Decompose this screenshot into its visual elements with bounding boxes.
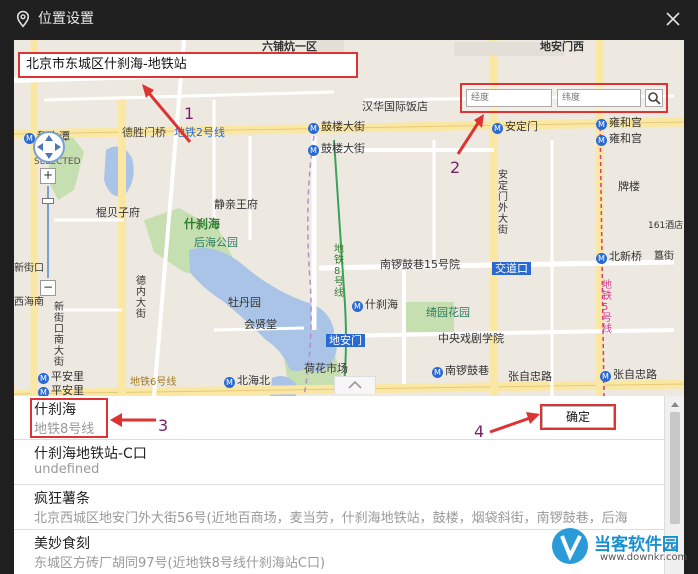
- metro-icon: M: [38, 387, 49, 396]
- collapse-map-button[interactable]: [334, 376, 376, 394]
- map-label: 静亲王府: [214, 198, 258, 211]
- map-label: 汉华国际饭店: [362, 100, 428, 113]
- coordinate-search-button[interactable]: [645, 89, 663, 107]
- close-icon[interactable]: [662, 8, 684, 30]
- list-item[interactable]: 什刹海 地铁8号线 3 4 确定: [14, 396, 664, 441]
- map-label: 棍贝子府: [96, 206, 140, 219]
- watermark: 当客软件园 www.downkr.com: [550, 520, 690, 572]
- map-label: 中央戏剧学院: [438, 332, 504, 345]
- map-label: 新街口南大街: [54, 302, 64, 368]
- map-label: M 雍和宫: [596, 116, 642, 130]
- map-label: M 鼓楼大街: [308, 142, 365, 156]
- map-label: M 北新桥: [596, 250, 642, 264]
- map-label: M 张自忠路: [600, 368, 657, 382]
- annotation-number: 4: [474, 422, 485, 441]
- search-icon: [648, 92, 661, 105]
- map-label: 安定门外大街: [498, 170, 508, 236]
- map-label: 西海南: [14, 297, 44, 308]
- map-label: M 安定门: [492, 120, 538, 134]
- map-label: M 平安里: [38, 384, 84, 396]
- scrollbar-thumb[interactable]: [670, 412, 680, 524]
- list-item[interactable]: 什刹海地铁站-C口 undefined: [14, 440, 664, 485]
- metro-icon: M: [600, 371, 611, 382]
- map-label: 牡丹园: [228, 296, 261, 309]
- result-name: 疯狂薯条: [34, 491, 90, 507]
- metro-icon: M: [596, 135, 607, 146]
- map-label: 牌楼: [618, 180, 640, 193]
- location-pin-icon: [16, 10, 30, 28]
- map-label: M 什刹海: [352, 298, 398, 312]
- annotation-number: 2: [450, 158, 461, 177]
- metro-icon: M: [308, 145, 319, 156]
- result-address: 北京西城区地安门外大街56号(近地百商场，麦当劳，什刹海地铁站，鼓楼，烟袋斜街，…: [34, 511, 628, 526]
- confirm-button[interactable]: 确定: [540, 404, 616, 430]
- address-field[interactable]: 北京市东城区什刹海-地铁站: [18, 52, 358, 78]
- metro-icon: M: [352, 301, 363, 312]
- map-label: 新街口: [14, 263, 44, 274]
- zoom-out-button[interactable]: −: [40, 280, 56, 296]
- result-address: 东城区方砖厂胡同97号(近地铁8号线什刹海站C口): [34, 556, 326, 571]
- metro-icon: M: [224, 377, 235, 388]
- metro-icon: M: [38, 373, 49, 384]
- map-label: 地安门: [326, 334, 365, 347]
- map-label: 德内大街: [136, 276, 146, 320]
- result-name: 什刹海地铁站-C口: [34, 446, 147, 462]
- annotation-arrow-2: [456, 114, 484, 155]
- dialog-content: 六铺炕一区 地安门西 M积水潭 德胜门桥 地铁2号线 汉华国际饭店 M鼓楼大街 …: [14, 40, 684, 574]
- map-label: 会贤堂: [244, 318, 277, 331]
- annotation-number: 3: [158, 416, 169, 435]
- map-label: M 北海北: [224, 374, 270, 388]
- map-label: 161酒店: [648, 221, 684, 231]
- map-label: 张自忠路: [508, 370, 552, 383]
- metro-icon: M: [492, 123, 503, 134]
- title-bar: 位置设置: [0, 0, 698, 38]
- watermark-logo-icon: [552, 528, 588, 564]
- map-label: 绮园花园: [426, 306, 470, 319]
- map-label: 荷花市场: [304, 362, 348, 375]
- coordinate-search: [460, 83, 668, 113]
- map-pan-control-icon[interactable]: [32, 130, 66, 164]
- watermark-url: www.downkr.com: [600, 552, 688, 563]
- metro-icon: M: [596, 119, 607, 130]
- latitude-input[interactable]: [557, 89, 641, 107]
- selection-highlight: [30, 398, 108, 438]
- metro-icon: M: [596, 253, 607, 264]
- zoom-slider-handle[interactable]: [42, 198, 54, 204]
- map-label: 地安门西: [540, 40, 584, 53]
- map-label: 交道口: [492, 262, 531, 275]
- map-label: 地铁5号线: [602, 280, 612, 335]
- metro-icon: M: [432, 367, 443, 378]
- map-label: 后海公园: [194, 236, 238, 249]
- map-label: 什刹海: [184, 217, 221, 231]
- map-label: M 南锣鼓巷: [432, 364, 489, 378]
- map-label: M 雍和宫: [596, 132, 642, 146]
- map-label: 簋街: [654, 251, 674, 262]
- annotation-number: 1: [184, 104, 195, 123]
- map-label: 地铁8号线: [334, 244, 344, 299]
- annotation-arrow-4: [489, 412, 540, 434]
- result-address: undefined: [34, 462, 100, 477]
- window-title: 位置设置: [38, 11, 94, 27]
- annotation-arrow-3: [110, 413, 156, 427]
- scroll-up-icon[interactable]: [669, 399, 681, 409]
- zoom-in-button[interactable]: +: [40, 168, 56, 184]
- map-label: M 鼓楼大街: [308, 120, 365, 134]
- chevron-up-icon: [348, 380, 362, 389]
- metro-icon: M: [308, 123, 319, 134]
- map-label: 南锣鼓巷15号院: [380, 258, 460, 271]
- map-label: M 平安里: [38, 370, 84, 384]
- map-view[interactable]: 六铺炕一区 地安门西 M积水潭 德胜门桥 地铁2号线 汉华国际饭店 M鼓楼大街 …: [14, 40, 684, 396]
- result-name: 美妙食刻: [34, 536, 90, 552]
- longitude-input[interactable]: [466, 89, 552, 107]
- map-label: 地铁6号线: [130, 377, 177, 388]
